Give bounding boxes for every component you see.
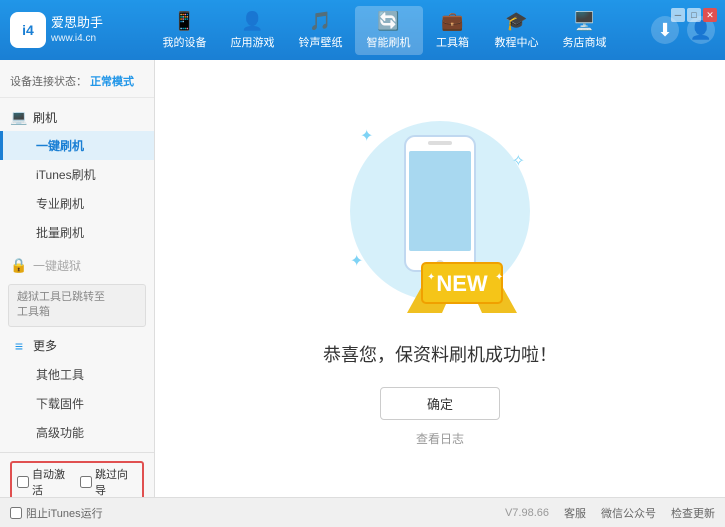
jailbreak-section-title: 🔒 一键越狱 [0,251,154,279]
jailbreak-notice: 越狱工具已跳转至工具箱 [8,284,146,327]
window-controls: ─ □ ✕ [671,8,717,22]
jailbreak-section-label: 一键越狱 [33,257,81,274]
status-label: 设备连接状态： [10,76,87,88]
sidebar-item-other-tools[interactable]: 其他工具 [0,360,154,389]
tools-icon: 💼 [441,11,463,32]
auto-guide-checkbox[interactable] [80,476,92,488]
tutorials-label: 教程中心 [495,34,539,50]
itunes-label: 阻止iTunes运行 [26,505,103,521]
more-section-icon: ≡ [10,337,28,355]
more-section-label: 更多 [33,337,57,354]
confirm-button[interactable]: 确定 [380,387,500,420]
main-layout: 设备连接状态： 正常模式 💻 刷机 一键刷机 iTunes刷机 专业刷机 批量刷… [0,60,725,497]
success-message: 恭喜您，保资料刷机成功啦！ [323,341,557,367]
sidebar-item-pro-flash[interactable]: 专业刷机 [0,189,154,218]
new-badge: NEW ✦ ✦ [407,248,517,316]
view-log-button[interactable]: 查看日志 [416,430,464,447]
svg-text:✦: ✦ [495,272,503,283]
device-section: 自动激活 跳过向导 📱 iPhone 15 Pro Max 512GB iPho… [0,452,154,497]
status-bar: 设备连接状态： 正常模式 [0,68,154,98]
tutorials-icon: 🎓 [505,11,527,32]
maximize-btn[interactable]: □ [687,8,701,22]
itunes-checkbox-label[interactable]: 阻止iTunes运行 [10,505,103,521]
smart-flash-icon: 🔄 [377,11,399,32]
sidebar-item-download-firmware[interactable]: 下载固件 [0,389,154,418]
apps-games-label: 应用游戏 [231,34,275,50]
nav-tab-tools[interactable]: 💼 工具箱 [423,6,483,55]
nav-tab-smart-flash[interactable]: 🔄 智能刷机 [355,6,423,55]
bottom-right: V7.98.66 客服 微信公众号 检查更新 [505,505,715,521]
nav-tab-ringtones[interactable]: 🎵 铃声壁纸 [287,6,355,55]
logo-site: www.i4.cn [51,32,103,45]
minimize-btn[interactable]: ─ [671,8,685,22]
logo-name: 爱思助手 [51,15,103,32]
auto-activate-checkbox[interactable] [17,476,29,488]
flash-section-title[interactable]: 💻 刷机 [0,103,154,131]
nav-tabs: 📱 我的设备 👤 应用游戏 🎵 铃声壁纸 🔄 智能刷机 💼 工具箱 🎓 [118,6,651,55]
sidebar-item-advanced[interactable]: 高级功能 [0,418,154,447]
logo: i4 爱思助手 www.i4.cn [10,12,103,48]
auto-activate-option[interactable]: 自动激活 [17,466,74,497]
nav-tab-apps-games[interactable]: 👤 应用游戏 [219,6,287,55]
auto-options: 自动激活 跳过向导 [10,461,144,497]
flash-section-label: 刷机 [33,109,57,126]
illustration: ✦ ✧ ✦ NEW [330,111,550,321]
sidebar-section-flash: 💻 刷机 一键刷机 iTunes刷机 专业刷机 批量刷机 [0,103,154,247]
sparkle-3: ✦ [350,251,363,271]
bottom-left: 阻止iTunes运行 [10,505,103,521]
bottom-link-update[interactable]: 检查更新 [671,505,715,521]
status-value: 正常模式 [90,76,134,88]
bottom-link-support[interactable]: 客服 [564,505,586,521]
version-text: V7.98.66 [505,507,549,519]
bottom-link-wechat[interactable]: 微信公众号 [601,505,656,521]
auto-activate-label: 自动激活 [32,466,74,497]
svg-text:NEW: NEW [436,271,488,296]
logo-icon: i4 [10,12,46,48]
ringtones-icon: 🎵 [309,11,331,32]
auto-guide-option[interactable]: 跳过向导 [80,466,137,497]
jailbreak-section-icon: 🔒 [10,256,28,274]
sidebar: 设备连接状态： 正常模式 💻 刷机 一键刷机 iTunes刷机 专业刷机 批量刷… [0,60,155,497]
nav-tab-my-device[interactable]: 📱 我的设备 [151,6,219,55]
close-btn[interactable]: ✕ [703,8,717,22]
more-section-title[interactable]: ≡ 更多 [0,332,154,360]
tools-label: 工具箱 [436,34,469,50]
service-icon: 🖥️ [573,11,595,32]
sidebar-item-batch-flash[interactable]: 批量刷机 [0,218,154,247]
bottom-bar: 阻止iTunes运行 V7.98.66 客服 微信公众号 检查更新 [0,497,725,527]
sparkle-2: ✧ [512,151,525,171]
header: i4 爱思助手 www.i4.cn 📱 我的设备 👤 应用游戏 🎵 铃声壁纸 🔄 [0,0,725,60]
auto-guide-label: 跳过向导 [95,466,137,497]
sparkle-1: ✦ [360,126,373,146]
apps-games-icon: 👤 [241,11,263,32]
content-area: ✦ ✧ ✦ NEW [155,60,725,497]
sidebar-item-one-click-flash[interactable]: 一键刷机 [0,131,154,160]
service-label: 务店商域 [563,34,607,50]
nav-tab-service[interactable]: 🖥️ 务店商域 [551,6,619,55]
my-device-icon: 📱 [173,11,195,32]
sidebar-section-jailbreak: 🔒 一键越狱 越狱工具已跳转至工具箱 [0,251,154,327]
smart-flash-label: 智能刷机 [367,34,411,50]
ringtones-label: 铃声壁纸 [299,34,343,50]
svg-text:✦: ✦ [427,272,435,283]
logo-text: 爱思助手 www.i4.cn [51,15,103,45]
nav-tab-tutorials[interactable]: 🎓 教程中心 [483,6,551,55]
sidebar-section-more: ≡ 更多 其他工具 下载固件 高级功能 [0,332,154,447]
sidebar-item-itunes-flash[interactable]: iTunes刷机 [0,160,154,189]
my-device-label: 我的设备 [163,34,207,50]
itunes-checkbox[interactable] [10,507,22,519]
flash-section-icon: 💻 [10,108,28,126]
